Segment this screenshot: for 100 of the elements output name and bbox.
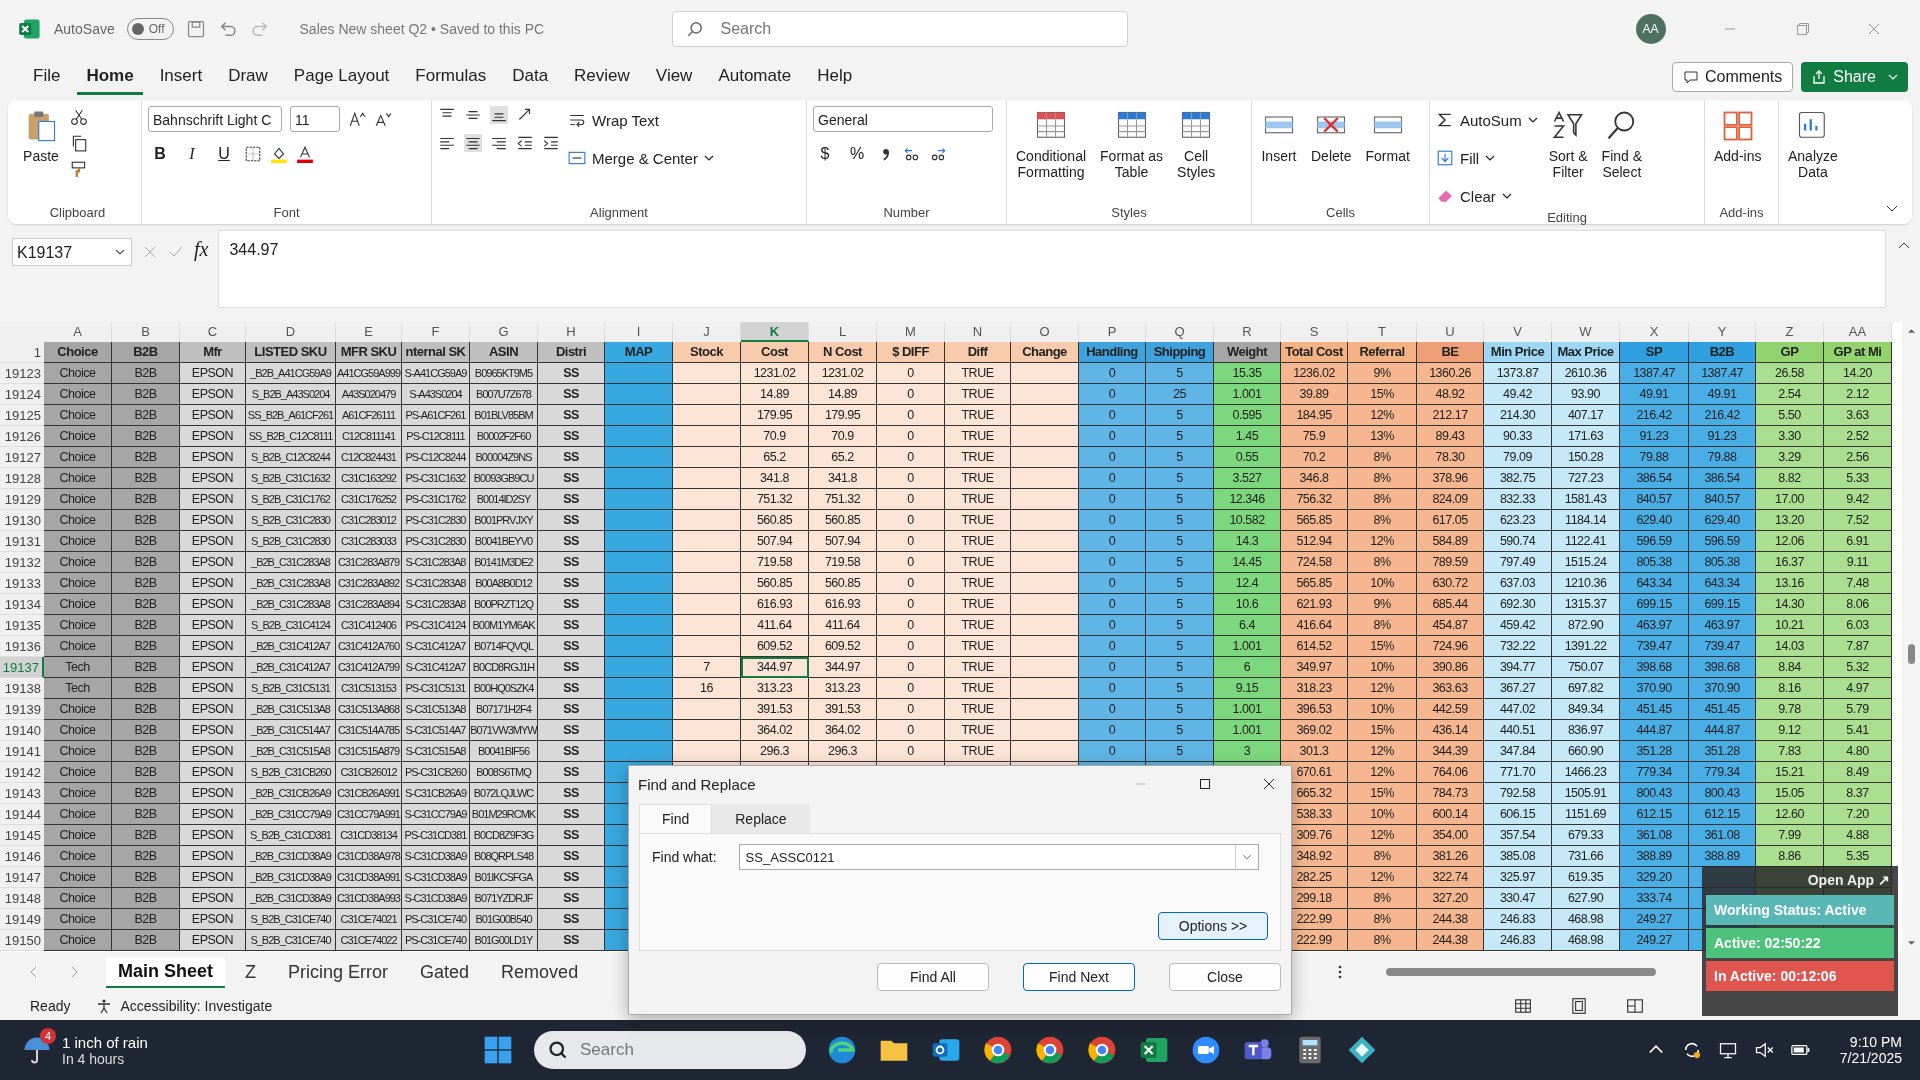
- decrease-font-icon[interactable]: [374, 110, 392, 128]
- column-header[interactable]: M: [877, 322, 945, 342]
- options-button[interactable]: Options >>: [1158, 912, 1268, 940]
- delete-cells-button[interactable]: Delete: [1308, 106, 1355, 167]
- copy-icon[interactable]: [70, 134, 88, 152]
- column-header[interactable]: U: [1417, 322, 1484, 342]
- borders-icon[interactable]: [244, 145, 262, 163]
- menu-tab[interactable]: Draw: [219, 59, 277, 95]
- menu-tab[interactable]: Data: [503, 59, 558, 95]
- row-header[interactable]: 19123: [0, 363, 44, 384]
- row-header[interactable]: 19147: [0, 867, 44, 888]
- fill-button[interactable]: Fill: [1436, 144, 1538, 172]
- align-center-icon[interactable]: [464, 134, 482, 152]
- cut-icon[interactable]: [70, 108, 88, 126]
- column-header[interactable]: N: [945, 322, 1011, 342]
- volume-muted-icon[interactable]: [1753, 1040, 1774, 1060]
- row-header[interactable]: 19134: [0, 594, 44, 615]
- network-icon[interactable]: [1717, 1040, 1738, 1060]
- find-all-button[interactable]: Find All: [877, 963, 989, 991]
- browser-icon[interactable]: [982, 1034, 1014, 1066]
- row-header[interactable]: 19132: [0, 552, 44, 573]
- menu-tab[interactable]: Automate: [709, 59, 801, 95]
- column-header[interactable]: H: [538, 322, 605, 342]
- row-header[interactable]: 19135: [0, 615, 44, 636]
- maximize-icon[interactable]: [1197, 776, 1213, 792]
- document-title[interactable]: Sales New sheet Q2 • Saved to this PC: [299, 21, 660, 37]
- row-header[interactable]: 19144: [0, 804, 44, 825]
- find-next-button[interactable]: Find Next: [1023, 963, 1135, 991]
- browser-icon[interactable]: [1086, 1034, 1118, 1066]
- row-header[interactable]: 19141: [0, 741, 44, 762]
- page-break-icon[interactable]: [1626, 997, 1644, 1015]
- column-header[interactable]: D: [246, 322, 336, 342]
- wrap-text-button[interactable]: Wrap Text: [568, 106, 714, 134]
- insert-function-button[interactable]: fx: [194, 238, 209, 261]
- start-icon[interactable]: [482, 1034, 514, 1066]
- format-painter-icon[interactable]: [70, 160, 88, 178]
- row-header[interactable]: 19133: [0, 573, 44, 594]
- column-header[interactable]: I: [605, 322, 673, 342]
- dialog-tab[interactable]: Find: [639, 804, 713, 833]
- row-header[interactable]: 19149: [0, 909, 44, 930]
- row-header[interactable]: 19150: [0, 930, 44, 951]
- column-header[interactable]: E: [336, 322, 402, 342]
- menu-tab[interactable]: View: [646, 59, 702, 95]
- italic-button[interactable]: I: [180, 142, 204, 166]
- sheet-tab[interactable]: Z: [233, 957, 269, 987]
- conditional-formatting-button[interactable]: Conditional Formatting: [1013, 106, 1090, 183]
- dialog-tab[interactable]: Replace: [712, 804, 810, 833]
- column-header[interactable]: L: [809, 322, 877, 342]
- row-header[interactable]: 19142: [0, 762, 44, 783]
- normal-view-icon[interactable]: [1514, 997, 1532, 1015]
- menu-tab[interactable]: Formulas: [406, 59, 496, 95]
- sheet-tab[interactable]: Main Sheet: [106, 956, 226, 988]
- scroll-down-icon[interactable]: [1906, 940, 1916, 946]
- share-button[interactable]: Share: [1801, 62, 1908, 92]
- column-header[interactable]: T: [1348, 322, 1417, 342]
- column-header[interactable]: G: [470, 322, 538, 342]
- row-header[interactable]: 1: [0, 342, 44, 363]
- underline-button[interactable]: U: [212, 142, 236, 166]
- column-header[interactable]: AA: [1824, 322, 1892, 342]
- cell-styles-button[interactable]: Cell Styles: [1174, 106, 1219, 183]
- scrollbar-thumb[interactable]: [1386, 968, 1656, 976]
- browser-icon[interactable]: [1034, 1034, 1066, 1066]
- row-header[interactable]: 19125: [0, 405, 44, 426]
- column-header[interactable]: P: [1079, 322, 1146, 342]
- column-header[interactable]: B: [112, 322, 180, 342]
- open-app-link[interactable]: Open App ↗: [1807, 872, 1894, 888]
- diamond-app-icon[interactable]: [1346, 1034, 1378, 1066]
- row-header[interactable]: 19146: [0, 846, 44, 867]
- row-header[interactable]: 19129: [0, 489, 44, 510]
- row-header[interactable]: 19131: [0, 531, 44, 552]
- column-header[interactable]: Y: [1689, 322, 1756, 342]
- font-name-field[interactable]: Bahnschrift Light C: [148, 106, 282, 132]
- save-icon[interactable]: [185, 19, 206, 39]
- column-header[interactable]: Q: [1146, 322, 1214, 342]
- bold-button[interactable]: B: [148, 142, 172, 166]
- row-header[interactable]: 19127: [0, 447, 44, 468]
- row-header[interactable]: 19130: [0, 510, 44, 531]
- autosum-button[interactable]: AutoSum: [1436, 106, 1538, 134]
- find-what-field[interactable]: SS_ASSC0121: [738, 844, 1259, 870]
- font-color-icon[interactable]: [296, 145, 314, 163]
- comments-button[interactable]: Comments: [1671, 62, 1794, 92]
- insert-cells-button[interactable]: Insert: [1258, 106, 1300, 167]
- increase-font-icon[interactable]: [348, 110, 366, 128]
- name-box[interactable]: K19137: [12, 238, 132, 266]
- menu-tab[interactable]: File: [24, 59, 70, 95]
- column-header[interactable]: R: [1214, 322, 1281, 342]
- sheet-tab[interactable]: Pricing Error: [276, 957, 401, 987]
- merge-center-button[interactable]: Merge & Center: [568, 144, 714, 172]
- row-header[interactable]: 19126: [0, 426, 44, 447]
- row-header[interactable]: 19143: [0, 783, 44, 804]
- row-header[interactable]: 19136: [0, 636, 44, 657]
- row-header[interactable]: 19139: [0, 699, 44, 720]
- formula-field[interactable]: 344.97: [218, 230, 1886, 308]
- column-header[interactable]: Z: [1756, 322, 1824, 342]
- clear-button[interactable]: Clear: [1436, 182, 1538, 210]
- column-header[interactable]: V: [1484, 322, 1552, 342]
- number-format-field[interactable]: General: [813, 106, 993, 132]
- scrollbar-thumb[interactable]: [1907, 644, 1915, 664]
- menu-tab[interactable]: Review: [565, 59, 639, 95]
- row-header[interactable]: 19124: [0, 384, 44, 405]
